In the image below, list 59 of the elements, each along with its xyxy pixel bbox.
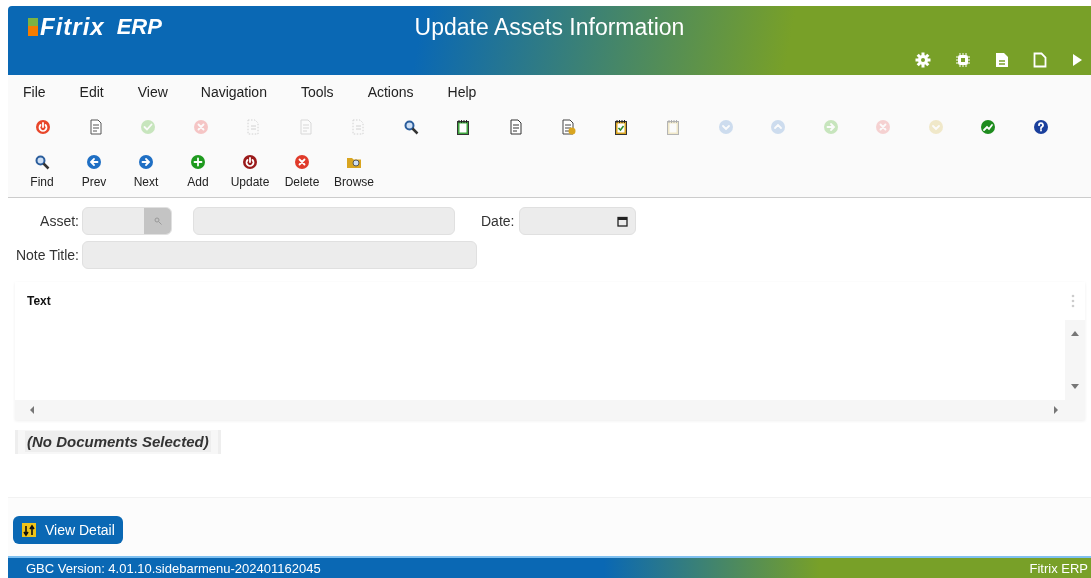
menu-item[interactable]: Tools <box>300 84 334 100</box>
menu-item[interactable]: Navigation <box>200 84 267 100</box>
magnifier-icon <box>402 119 419 135</box>
scroll-up-icon[interactable] <box>1070 330 1080 337</box>
action-button[interactable]: Delete <box>276 153 328 189</box>
menu-item[interactable]: Actions <box>367 84 414 100</box>
field-label: Asset: <box>39 213 79 229</box>
action-button[interactable]: Prev <box>68 153 120 189</box>
blank-document-icon[interactable] <box>1033 52 1047 68</box>
version-text: GBC Version: 4.01.10.sidebarmenu-202401162045 <box>26 560 321 576</box>
notepad-icon <box>455 119 472 135</box>
settings-icon[interactable] <box>915 52 931 68</box>
asset-field[interactable] <box>82 207 172 235</box>
check-icon <box>140 119 157 135</box>
chip-icon[interactable] <box>955 52 971 68</box>
help-icon <box>1032 119 1049 135</box>
action-button[interactable]: Update <box>224 153 276 189</box>
chart-icon <box>980 119 997 135</box>
vertical-scrollbar[interactable] <box>1065 320 1085 400</box>
search-icon <box>34 153 50 170</box>
column-header[interactable]: Text <box>27 294 51 308</box>
menu-item[interactable]: Help <box>447 84 477 100</box>
logo-icon <box>28 18 38 36</box>
menu-item[interactable]: File <box>23 84 46 100</box>
field-label: Date: <box>481 213 515 229</box>
down-icon <box>717 119 734 135</box>
play-icon[interactable] <box>1071 53 1083 67</box>
scroll-down-icon[interactable] <box>1070 383 1080 390</box>
description-field[interactable] <box>193 207 455 235</box>
power-icon <box>35 119 52 135</box>
documents-icon <box>297 119 314 135</box>
app-name: Fitrix ERP <box>1029 560 1088 576</box>
cancel-icon <box>192 119 209 135</box>
note-title-field[interactable] <box>82 241 477 269</box>
menu-item[interactable]: Edit <box>79 84 104 100</box>
checklist-icon <box>612 119 629 135</box>
horizontal-scrollbar[interactable] <box>15 400 1085 420</box>
documents-status: (No Documents Selected) <box>25 431 211 452</box>
action-button[interactable]: Browse <box>328 153 380 189</box>
window-title: Update Assets Information <box>414 13 685 41</box>
scroll-left-icon[interactable] <box>29 405 35 415</box>
scroll-right-icon[interactable] <box>1053 405 1059 415</box>
calendar-icon <box>617 215 629 227</box>
logo-suffix: ERP <box>116 14 162 40</box>
action-button[interactable]: Add <box>172 153 224 189</box>
logo-brand: Fitrix <box>40 13 105 41</box>
plus-icon <box>190 153 206 170</box>
field-label: Note Title: <box>14 247 79 263</box>
action-button[interactable]: Next <box>120 153 172 189</box>
action-button[interactable]: Find <box>16 153 68 189</box>
lookup-button[interactable] <box>144 208 171 234</box>
up-icon <box>770 119 787 135</box>
date-field[interactable] <box>519 207 637 235</box>
menu-item[interactable]: View <box>137 84 168 100</box>
search-icon <box>153 217 162 225</box>
view-detail-button[interactable]: View Detail <box>13 516 123 544</box>
more-icon[interactable] <box>1071 293 1075 309</box>
delete-icon <box>294 153 310 170</box>
document-icon[interactable] <box>995 52 1009 68</box>
